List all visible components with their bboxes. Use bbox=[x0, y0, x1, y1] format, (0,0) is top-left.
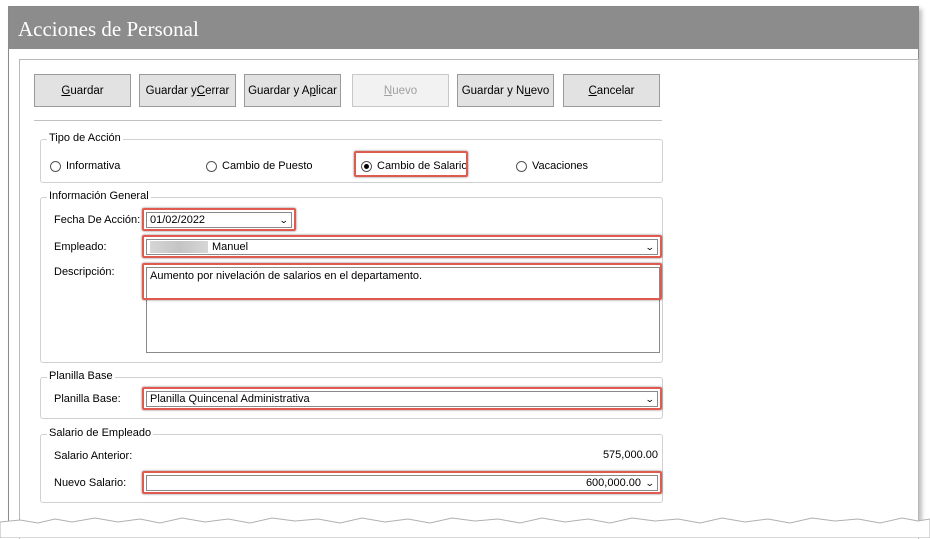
planilla-base-title: Planilla Base bbox=[47, 370, 115, 382]
guardar-cerrar-label-pre: Guardar y bbox=[145, 84, 197, 97]
guardar-label-post: uardar bbox=[70, 84, 104, 97]
guardar-y-aplicar-button[interactable]: Guardar y Ap licar bbox=[244, 74, 341, 107]
nuevo-label-post: uevo bbox=[392, 84, 418, 97]
nuevo-label-accel: N bbox=[383, 84, 393, 97]
cancelar-label-accel: C bbox=[588, 84, 597, 97]
radio-circle-icon bbox=[206, 160, 217, 172]
planilla-base-label: Planilla Base: bbox=[54, 393, 121, 405]
guardar-label-accel: G bbox=[61, 84, 71, 97]
salario-anterior-label: Salario Anterior: bbox=[54, 450, 133, 462]
radio-informativa-label: Informativa bbox=[66, 160, 121, 172]
guardar-aplicar-label-pre: Guardar y A bbox=[248, 84, 310, 97]
nuevo-salario-label: Nuevo Salario: bbox=[54, 477, 127, 489]
tipo-accion-group: Tipo de Acción Informativa Cambio de Pue… bbox=[40, 132, 663, 183]
highlight-fecha bbox=[142, 208, 296, 231]
guardar-nuevo-label-pre: Guardar y N bbox=[461, 84, 525, 97]
radio-circle-icon bbox=[516, 160, 527, 172]
guardar-cerrar-label-post: errar bbox=[205, 84, 230, 97]
radio-cambio-puesto[interactable]: Cambio de Puesto bbox=[206, 160, 313, 172]
salario-anterior-value: 575,000.00 bbox=[602, 449, 658, 461]
radio-circle-icon bbox=[50, 160, 61, 172]
guardar-aplicar-label-post: licar bbox=[315, 84, 337, 97]
guardar-button[interactable]: Guardar bbox=[34, 74, 131, 107]
radio-informativa[interactable]: Informativa bbox=[50, 160, 120, 172]
descripcion-label: Descripción: bbox=[54, 266, 115, 278]
toolbar-divider bbox=[34, 120, 662, 121]
info-general-title: Información General bbox=[47, 190, 151, 202]
guardar-nuevo-label-post: evo bbox=[530, 84, 550, 97]
cancelar-button[interactable]: Cancelar bbox=[563, 74, 660, 107]
fecha-label: Fecha De Acción: bbox=[54, 214, 141, 226]
form-content: Guardar Guardar y Cerrar Guardar y Ap lic… bbox=[19, 59, 919, 539]
cancelar-label-post: ancelar bbox=[596, 84, 635, 97]
radio-vacaciones[interactable]: Vacaciones bbox=[516, 160, 588, 172]
highlight-descripcion bbox=[142, 263, 662, 300]
tipo-accion-title: Tipo de Acción bbox=[47, 132, 123, 144]
empleado-label: Empleado: bbox=[54, 241, 107, 253]
window-title: Acciones de Personal bbox=[9, 7, 918, 49]
highlight-empleado bbox=[142, 235, 662, 258]
guardar-y-cerrar-button[interactable]: Guardar y Cerrar bbox=[139, 74, 236, 107]
radio-vacaciones-label: Vacaciones bbox=[532, 160, 589, 172]
acciones-personal-window: Acciones de Personal Guardar Guardar y C… bbox=[8, 6, 919, 539]
highlight-nuevo-salario bbox=[142, 471, 662, 494]
radio-cambio-puesto-label: Cambio de Puesto bbox=[222, 160, 313, 172]
salario-title: Salario de Empleado bbox=[47, 427, 154, 439]
nuevo-button[interactable]: Nuevo bbox=[352, 74, 449, 107]
highlight-cambio-salario bbox=[354, 151, 468, 177]
guardar-cerrar-label-accel: C bbox=[196, 84, 206, 97]
guardar-y-nuevo-button[interactable]: Guardar y Nu evo bbox=[457, 74, 554, 107]
torn-edge-decoration bbox=[0, 517, 930, 538]
highlight-planilla bbox=[142, 387, 662, 410]
